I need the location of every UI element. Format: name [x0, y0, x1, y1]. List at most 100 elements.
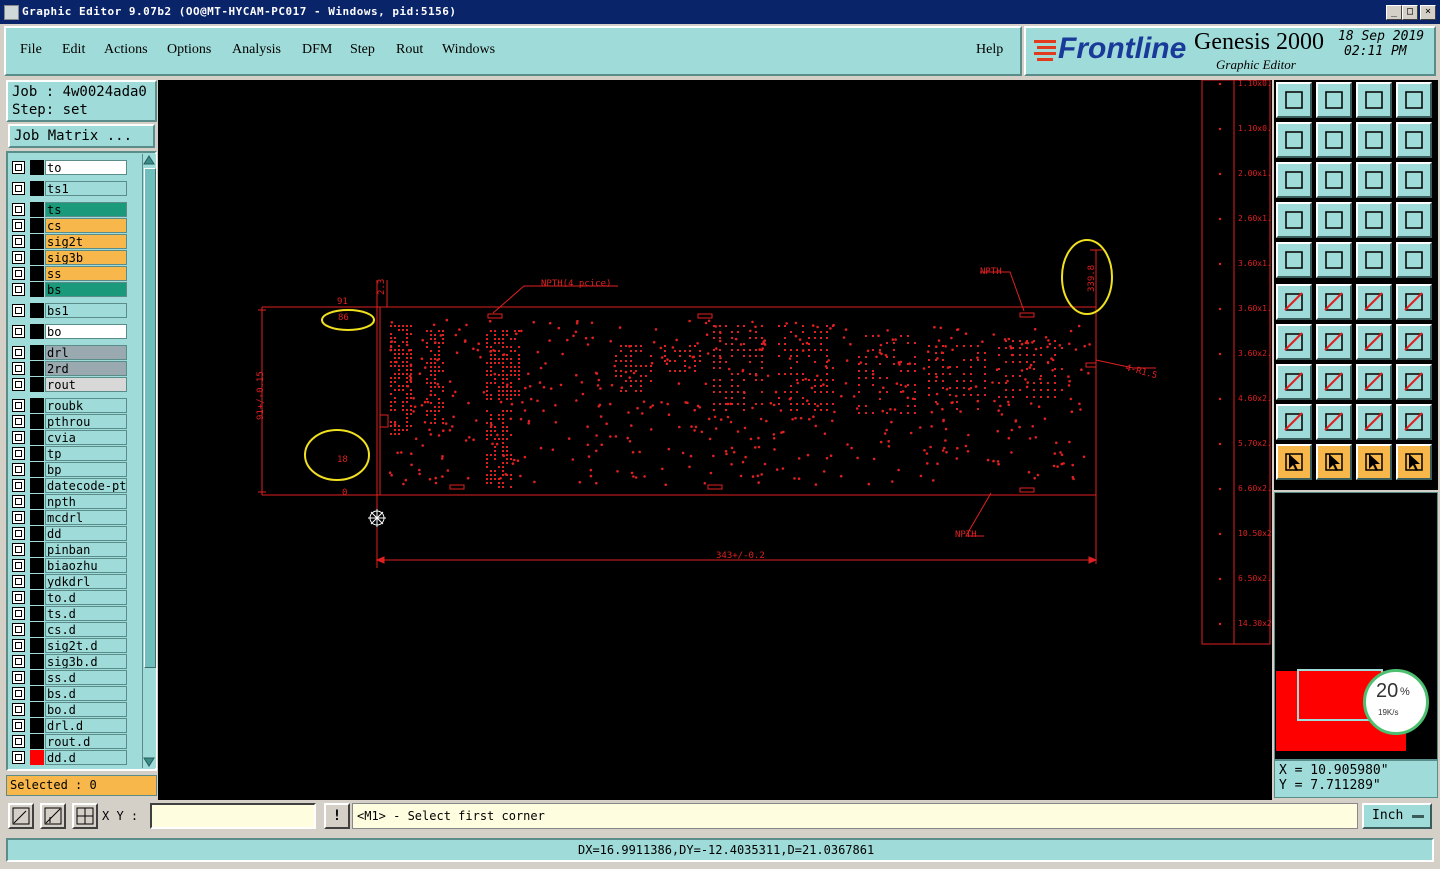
layer-row-sig2t-d[interactable]: sig2t.d — [12, 638, 128, 653]
tool-button[interactable] — [1276, 324, 1312, 360]
tool-button[interactable] — [1356, 242, 1392, 278]
alert-button[interactable]: ! — [324, 803, 350, 829]
tool-button[interactable] — [1316, 284, 1352, 320]
layer-checkbox[interactable] — [12, 719, 25, 732]
layer-name[interactable]: sig2t — [45, 234, 127, 249]
grid-button[interactable] — [72, 803, 98, 829]
layer-row-dd-d[interactable]: dd.d — [12, 750, 128, 765]
layer-name[interactable]: sig2t.d — [45, 638, 127, 653]
layer-name[interactable]: ss — [45, 266, 127, 281]
tool-button[interactable] — [1396, 162, 1432, 198]
layer-color-swatch[interactable] — [30, 160, 44, 175]
layer-color-swatch[interactable] — [30, 606, 44, 621]
menu-dfm[interactable]: DFM — [302, 42, 332, 58]
layer-row-mcdrl[interactable]: mcdrl — [12, 510, 128, 525]
tool-button[interactable] — [1396, 324, 1432, 360]
layer-checkbox[interactable] — [12, 447, 25, 460]
layer-color-swatch[interactable] — [30, 324, 44, 339]
overview-preview[interactable]: 20 % 19K/s — [1274, 492, 1438, 760]
tool-button[interactable] — [1356, 444, 1392, 480]
layer-color-swatch[interactable] — [30, 361, 44, 376]
layer-row-cs[interactable]: cs — [12, 218, 128, 233]
layer-name[interactable]: ss.d — [45, 670, 127, 685]
layer-color-swatch[interactable] — [30, 590, 44, 605]
layer-checkbox[interactable] — [12, 219, 25, 232]
tool-button[interactable] — [1396, 444, 1432, 480]
layer-color-swatch[interactable] — [30, 181, 44, 196]
layer-row-bs-d[interactable]: bs.d — [12, 686, 128, 701]
layer-name[interactable]: drl — [45, 345, 127, 360]
tool-button[interactable] — [1276, 404, 1312, 440]
tool-button[interactable] — [1316, 162, 1352, 198]
tool-button[interactable] — [1316, 242, 1352, 278]
layer-name[interactable]: cs.d — [45, 622, 127, 637]
layer-name[interactable]: rout — [45, 377, 127, 392]
layer-row-bo-d[interactable]: bo.d — [12, 702, 128, 717]
menu-rout[interactable]: Rout — [396, 42, 423, 58]
layer-row-ts[interactable]: ts — [12, 202, 128, 217]
layer-row-ss[interactable]: ss — [12, 266, 128, 281]
layer-checkbox[interactable] — [12, 346, 25, 359]
layer-checkbox[interactable] — [12, 479, 25, 492]
tool-button[interactable] — [1396, 202, 1432, 238]
layer-name[interactable]: mcdrl — [45, 510, 127, 525]
xy-input[interactable] — [150, 803, 316, 829]
tool-button[interactable] — [1276, 242, 1312, 278]
layer-row-2rd[interactable]: 2rd — [12, 361, 128, 376]
layer-color-swatch[interactable] — [30, 282, 44, 297]
layer-checkbox[interactable] — [12, 639, 25, 652]
tool-button[interactable] — [1356, 82, 1392, 118]
tool-button[interactable] — [1356, 404, 1392, 440]
layer-checkbox[interactable] — [12, 623, 25, 636]
layer-checkbox[interactable] — [12, 161, 25, 174]
layer-row-pthrou[interactable]: pthrou — [12, 414, 128, 429]
layer-checkbox[interactable] — [12, 325, 25, 338]
layer-color-swatch[interactable] — [30, 430, 44, 445]
layer-color-swatch[interactable] — [30, 218, 44, 233]
layer-name[interactable]: bs1 — [45, 303, 127, 318]
layer-checkbox[interactable] — [12, 559, 25, 572]
layer-name[interactable]: sig3b.d — [45, 654, 127, 669]
layer-checkbox[interactable] — [12, 511, 25, 524]
layer-color-swatch[interactable] — [30, 574, 44, 589]
tool-button[interactable] — [1356, 324, 1392, 360]
units-select[interactable]: Inch — [1362, 803, 1432, 829]
layer-checkbox[interactable] — [12, 203, 25, 216]
pcb-drawing[interactable]: NPTH(4 pcice) NPTH NPTH 343+/-0.2 4-R1.5… — [158, 79, 1282, 800]
tool-button[interactable] — [1316, 364, 1352, 400]
layer-color-swatch[interactable] — [30, 750, 44, 765]
layer-color-swatch[interactable] — [30, 414, 44, 429]
layer-name[interactable]: ts1 — [45, 181, 127, 196]
layer-name[interactable]: bo — [45, 324, 127, 339]
layer-checkbox[interactable] — [12, 607, 25, 620]
layer-row-sig3b-d[interactable]: sig3b.d — [12, 654, 128, 669]
layer-checkbox[interactable] — [12, 527, 25, 540]
layer-color-swatch[interactable] — [30, 303, 44, 318]
layer-checkbox[interactable] — [12, 283, 25, 296]
tool-button[interactable] — [1396, 404, 1432, 440]
layer-color-swatch[interactable] — [30, 702, 44, 717]
layer-name[interactable]: roubk — [45, 398, 127, 413]
tool-button[interactable] — [1356, 364, 1392, 400]
layer-checkbox[interactable] — [12, 655, 25, 668]
tool-button[interactable] — [1356, 284, 1392, 320]
layer-name[interactable]: ydkdrl — [45, 574, 127, 589]
tool-button[interactable] — [1396, 122, 1432, 158]
layer-name[interactable]: bs — [45, 282, 127, 297]
layer-color-swatch[interactable] — [30, 526, 44, 541]
tool-button[interactable] — [1276, 444, 1312, 480]
layer-name[interactable]: ts.d — [45, 606, 127, 621]
layer-checkbox[interactable] — [12, 671, 25, 684]
layer-color-swatch[interactable] — [30, 462, 44, 477]
layer-name[interactable]: cs — [45, 218, 127, 233]
tool-button[interactable] — [1356, 162, 1392, 198]
layer-name[interactable]: pthrou — [45, 414, 127, 429]
tool-button[interactable] — [1396, 82, 1432, 118]
layer-name[interactable]: sig3b — [45, 250, 127, 265]
tool-button[interactable] — [1356, 122, 1392, 158]
tool-button[interactable] — [1316, 82, 1352, 118]
layer-name[interactable]: to — [45, 160, 127, 175]
layer-color-swatch[interactable] — [30, 478, 44, 493]
layer-color-swatch[interactable] — [30, 638, 44, 653]
tool-button[interactable] — [1276, 82, 1312, 118]
